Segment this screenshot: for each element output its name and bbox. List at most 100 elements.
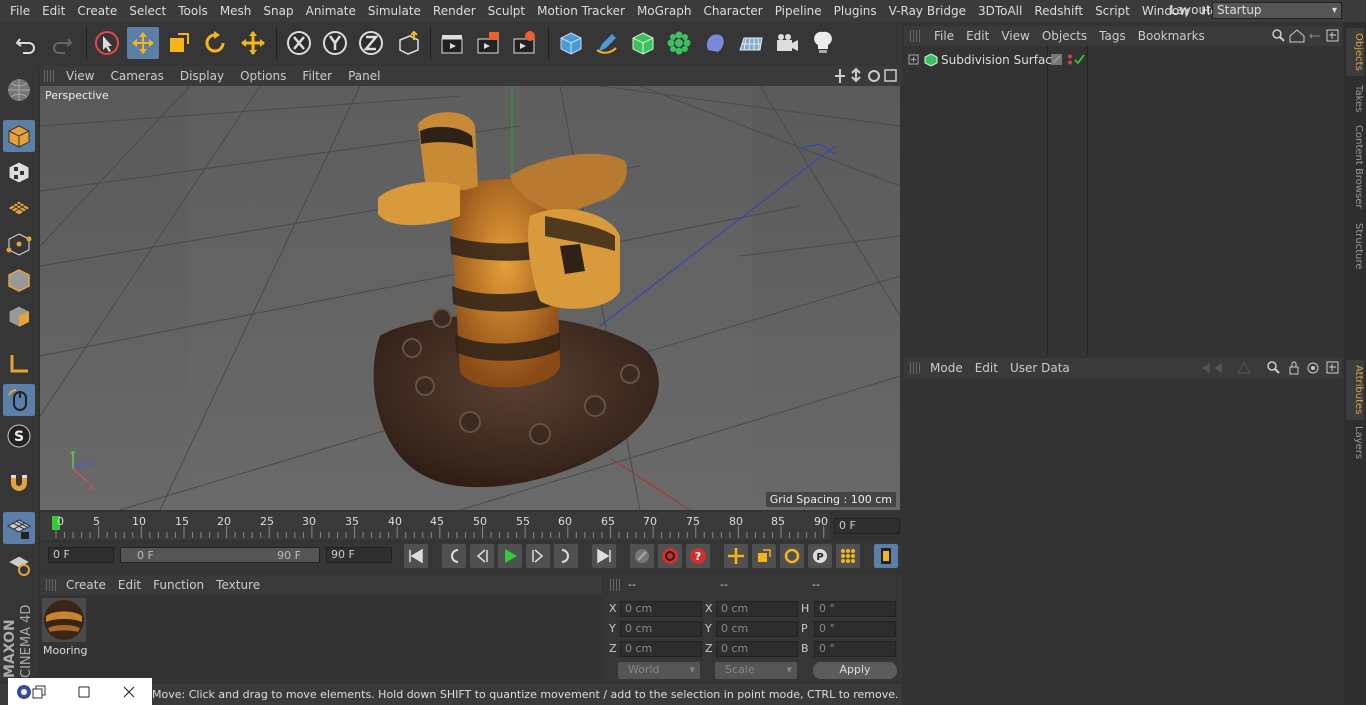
size-y-field[interactable]: 0 cm bbox=[716, 621, 798, 637]
polygons-mode-button[interactable] bbox=[3, 300, 35, 332]
viewport-menu-panel[interactable]: Panel bbox=[340, 69, 388, 83]
pos-z-field[interactable]: 0 cm bbox=[620, 641, 702, 657]
render-settings-button[interactable] bbox=[508, 27, 540, 59]
snap-button[interactable] bbox=[3, 466, 35, 498]
timeline-ruler[interactable]: 0 5 10 15 20 25 30 35 40 45 50 55 60 65 … bbox=[40, 512, 830, 540]
edges-mode-button[interactable] bbox=[3, 264, 35, 296]
transform-mode-dropdown[interactable]: Scale ▾ bbox=[715, 662, 797, 679]
object-visibility-flags[interactable] bbox=[1050, 53, 1086, 67]
redo-button[interactable] bbox=[46, 27, 78, 59]
key-pla-button[interactable] bbox=[836, 544, 860, 568]
go-to-start-button[interactable] bbox=[404, 544, 428, 568]
current-frame-field[interactable]: 0 F bbox=[834, 518, 900, 534]
object-menu-objects[interactable]: Objects bbox=[1036, 29, 1093, 43]
next-key-button[interactable] bbox=[554, 544, 578, 568]
add-cube-button[interactable] bbox=[555, 27, 587, 59]
attribute-menu-mode[interactable]: Mode bbox=[924, 361, 969, 375]
next-frame-button[interactable] bbox=[526, 544, 550, 568]
record-keys-button[interactable] bbox=[630, 544, 654, 568]
menu-motion-tracker[interactable]: Motion Tracker bbox=[531, 4, 631, 18]
layout-select[interactable]: Startup bbox=[1212, 2, 1342, 19]
menu-animate[interactable]: Animate bbox=[300, 4, 362, 18]
panel-grip[interactable] bbox=[46, 579, 56, 591]
viewport-nav-icons[interactable] bbox=[834, 68, 898, 84]
viewport-menu-display[interactable]: Display bbox=[172, 69, 232, 83]
menu-plugins[interactable]: Plugins bbox=[828, 4, 883, 18]
previous-key-button[interactable] bbox=[442, 544, 466, 568]
menu-sculpt[interactable]: Sculpt bbox=[482, 4, 531, 18]
menu-render[interactable]: Render bbox=[427, 4, 482, 18]
tab-content-browser[interactable]: Content Browser bbox=[1346, 122, 1364, 212]
key-parameter-button[interactable]: P bbox=[808, 544, 832, 568]
size-x-field[interactable]: 0 cm bbox=[716, 601, 798, 617]
add-light-button[interactable] bbox=[807, 27, 839, 59]
object-menu-view[interactable]: View bbox=[995, 29, 1035, 43]
frame-range-slider[interactable]: 0 F 90 F bbox=[120, 547, 320, 563]
menu-redshift[interactable]: Redshift bbox=[1028, 4, 1089, 18]
object-menu-tags[interactable]: Tags bbox=[1093, 29, 1132, 43]
render-view-button[interactable] bbox=[436, 27, 468, 59]
viewport-menu-filter[interactable]: Filter bbox=[294, 69, 340, 83]
x-axis-button[interactable] bbox=[283, 27, 315, 59]
apply-button[interactable]: Apply bbox=[813, 662, 897, 679]
add-deformer-button[interactable] bbox=[699, 27, 731, 59]
workplane-rotate-button[interactable] bbox=[3, 548, 35, 580]
workplane-mode-button[interactable] bbox=[3, 192, 35, 224]
tab-attributes[interactable]: Attributes bbox=[1346, 360, 1364, 420]
add-camera-button[interactable] bbox=[771, 27, 803, 59]
scale-tool-button[interactable] bbox=[163, 27, 195, 59]
make-editable-button[interactable] bbox=[3, 74, 35, 106]
object-manager-tools[interactable] bbox=[1270, 28, 1340, 44]
keyframe-selection-button[interactable]: ? bbox=[686, 544, 710, 568]
rot-b-field[interactable]: 0 ° bbox=[814, 641, 896, 657]
add-floor-button[interactable] bbox=[735, 27, 767, 59]
play-button[interactable] bbox=[498, 544, 522, 568]
menu-mograph[interactable]: MoGraph bbox=[631, 4, 698, 18]
attribute-menu-user-data[interactable]: User Data bbox=[1004, 361, 1076, 375]
material-menu-create[interactable]: Create bbox=[60, 578, 112, 592]
object-menu-bookmarks[interactable]: Bookmarks bbox=[1132, 29, 1211, 43]
tab-layers[interactable]: Layers bbox=[1346, 424, 1364, 462]
undo-button[interactable] bbox=[10, 27, 42, 59]
render-picture-viewer-button[interactable] bbox=[472, 27, 504, 59]
add-mograph-button[interactable] bbox=[663, 27, 695, 59]
panel-grip[interactable] bbox=[910, 362, 920, 374]
points-mode-button[interactable] bbox=[3, 228, 35, 260]
move-tool-button[interactable] bbox=[127, 27, 159, 59]
viewport-menu-view[interactable]: View bbox=[58, 69, 102, 83]
object-menu-edit[interactable]: Edit bbox=[960, 29, 995, 43]
model-mode-button[interactable] bbox=[3, 120, 35, 152]
workplane-lock-button[interactable] bbox=[3, 512, 35, 544]
live-selection-button[interactable] bbox=[91, 27, 123, 59]
attribute-manager-tools[interactable] bbox=[1200, 360, 1340, 376]
key-scale-button[interactable] bbox=[752, 544, 776, 568]
tab-objects[interactable]: Objects bbox=[1346, 28, 1364, 76]
material-swatch[interactable]: Mooring bbox=[42, 598, 87, 657]
object-row[interactable]: Subdivision Surface bbox=[904, 51, 1342, 69]
menu-snap[interactable]: Snap bbox=[257, 4, 299, 18]
key-rotation-button[interactable] bbox=[780, 544, 804, 568]
menu-file[interactable]: File bbox=[4, 4, 36, 18]
axis-mode-button[interactable] bbox=[3, 348, 35, 380]
texture-mode-button[interactable] bbox=[3, 156, 35, 188]
restore-icon[interactable] bbox=[32, 685, 46, 699]
previous-frame-button[interactable] bbox=[470, 544, 494, 568]
z-axis-button[interactable] bbox=[355, 27, 387, 59]
panel-grip[interactable] bbox=[610, 579, 620, 591]
menu-select[interactable]: Select bbox=[123, 4, 172, 18]
end-frame-field[interactable]: 90 F bbox=[326, 547, 392, 563]
coordinate-mode-dropdown[interactable]: World ▾ bbox=[618, 662, 700, 679]
coordinate-system-button[interactable] bbox=[393, 27, 425, 59]
rot-h-field[interactable]: 0 ° bbox=[814, 601, 896, 617]
solo-button[interactable]: S bbox=[3, 420, 35, 452]
tab-structure[interactable]: Structure bbox=[1346, 220, 1364, 272]
attribute-menu-edit[interactable]: Edit bbox=[969, 361, 1004, 375]
material-menu-function[interactable]: Function bbox=[147, 578, 210, 592]
start-frame-field[interactable]: 0 F bbox=[48, 547, 114, 563]
menu-create[interactable]: Create bbox=[71, 4, 123, 18]
menu-tools[interactable]: Tools bbox=[172, 4, 214, 18]
menu-mesh[interactable]: Mesh bbox=[214, 4, 258, 18]
menu-vray-bridge[interactable]: V-Ray Bridge bbox=[883, 4, 972, 18]
material-menu-texture[interactable]: Texture bbox=[210, 578, 266, 592]
rot-p-field[interactable]: 0 ° bbox=[814, 621, 896, 637]
